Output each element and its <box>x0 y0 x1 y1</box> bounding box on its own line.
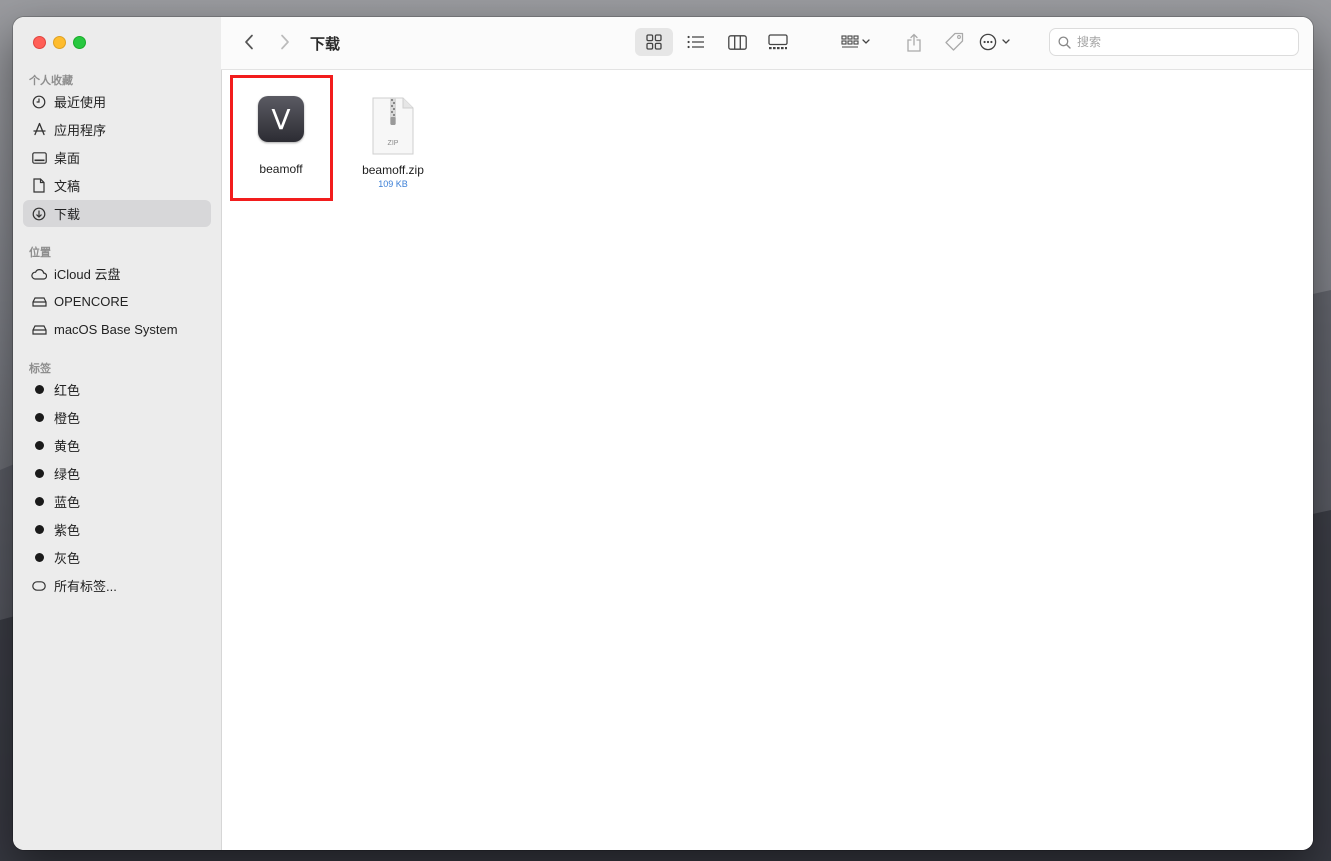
sidebar-item-label: 桌面 <box>54 151 81 166</box>
sidebar-item-label: OPENCORE <box>54 294 129 309</box>
chevron-left-icon <box>245 34 253 50</box>
file-size: 109 KB <box>378 179 408 189</box>
column-view-button[interactable] <box>718 28 756 56</box>
sidebar-item-tag-purple[interactable]: 紫色 <box>23 516 211 543</box>
sidebar-item-opencore[interactable]: OPENCORE <box>23 288 211 315</box>
sidebar-item-label: 下载 <box>54 207 81 222</box>
columns-icon <box>727 34 747 50</box>
gallery-view-button[interactable] <box>759 28 797 56</box>
clock-icon <box>31 94 47 110</box>
sidebar-item-label: 绿色 <box>54 467 81 482</box>
sidebar: 个人收藏 最近使用 应用程序 桌面 文稿 下载 位置 iCloud 云盘 OPE… <box>13 17 222 850</box>
document-icon <box>31 178 47 194</box>
sidebar-item-downloads[interactable]: 下载 <box>23 200 211 227</box>
tag-dot-icon <box>31 494 47 510</box>
app-icon: V <box>258 96 304 142</box>
tag-dot-icon <box>31 410 47 426</box>
sidebar-item-all-tags[interactable]: 所有标签... <box>23 572 211 599</box>
sidebar-item-recents[interactable]: 最近使用 <box>23 88 211 115</box>
sidebar-item-label: 橙色 <box>54 411 81 426</box>
applications-icon <box>31 122 47 138</box>
zoom-window-button[interactable] <box>73 36 86 49</box>
drive-icon <box>31 294 47 310</box>
sidebar-item-tag-yellow[interactable]: 黄色 <box>23 432 211 459</box>
share-button[interactable] <box>897 28 931 56</box>
finder-window: 个人收藏 最近使用 应用程序 桌面 文稿 下载 位置 iCloud 云盘 OPE… <box>13 17 1313 850</box>
sidebar-item-label: 最近使用 <box>54 95 107 110</box>
tag-button[interactable] <box>937 28 971 56</box>
sidebar-item-tag-red[interactable]: 红色 <box>23 376 211 403</box>
file-browser-area: V beamoff ZIP beamoff.zip 109 KB <box>222 70 1313 850</box>
close-window-button[interactable] <box>33 36 46 49</box>
sidebar-item-documents[interactable]: 文稿 <box>23 172 211 199</box>
desktop-icon <box>31 150 47 166</box>
group-grid-icon <box>841 35 870 48</box>
sidebar-section-tags: 标签 <box>29 363 51 375</box>
tag-dot-icon <box>31 466 47 482</box>
search-input[interactable] <box>1075 34 1279 50</box>
forward-button[interactable] <box>273 30 297 54</box>
group-by-button[interactable] <box>835 28 877 56</box>
all-tags-icon <box>31 578 47 594</box>
toolbar: 下载 <box>221 17 1313 70</box>
sidebar-item-label: 蓝色 <box>54 495 81 510</box>
zip-file-icon: ZIP <box>371 96 415 156</box>
tag-icon <box>945 32 964 51</box>
drive-icon <box>31 322 47 338</box>
cloud-icon <box>31 266 47 282</box>
sidebar-item-tag-orange[interactable]: 橙色 <box>23 404 211 431</box>
chevron-right-icon <box>281 34 289 50</box>
file-item-beamoff[interactable]: V beamoff <box>231 96 331 176</box>
back-button[interactable] <box>237 30 261 54</box>
tag-dot-icon <box>31 382 47 398</box>
window-title: 下载 <box>310 36 341 53</box>
list-icon <box>687 35 704 49</box>
sidebar-item-tag-blue[interactable]: 蓝色 <box>23 488 211 515</box>
sidebar-item-label: 所有标签... <box>54 579 117 594</box>
download-icon <box>31 206 47 222</box>
list-view-button[interactable] <box>677 28 715 56</box>
ellipsis-circle-icon <box>979 33 1010 51</box>
sidebar-section-locations: 位置 <box>29 247 51 259</box>
tag-dot-icon <box>31 550 47 566</box>
sidebar-item-label: 紫色 <box>54 523 81 538</box>
sidebar-item-label: iCloud 云盘 <box>54 267 121 282</box>
zip-icon-label: ZIP <box>387 140 399 147</box>
search-icon <box>1058 35 1071 49</box>
file-item-beamoff-zip[interactable]: ZIP beamoff.zip 109 KB <box>343 96 443 189</box>
icon-view-button[interactable] <box>635 28 673 56</box>
grid-icon <box>646 34 662 50</box>
app-icon-letter: V <box>271 102 291 136</box>
sidebar-item-desktop[interactable]: 桌面 <box>23 144 211 171</box>
sidebar-item-tag-gray[interactable]: 灰色 <box>23 544 211 571</box>
sidebar-section-favorites: 个人收藏 <box>29 75 73 87</box>
sidebar-item-tag-green[interactable]: 绿色 <box>23 460 211 487</box>
more-actions-button[interactable] <box>975 28 1017 56</box>
file-name: beamoff.zip <box>362 163 424 177</box>
tag-dot-icon <box>31 522 47 538</box>
sidebar-item-label: 应用程序 <box>54 123 107 138</box>
sidebar-item-macos-base-system[interactable]: macOS Base System <box>23 316 211 343</box>
sidebar-item-label: 黄色 <box>54 439 81 454</box>
minimize-window-button[interactable] <box>53 36 66 49</box>
gallery-icon <box>768 34 788 50</box>
sidebar-item-applications[interactable]: 应用程序 <box>23 116 211 143</box>
sidebar-item-label: macOS Base System <box>54 322 178 337</box>
sidebar-item-label: 灰色 <box>54 551 81 566</box>
search-field[interactable] <box>1049 28 1299 56</box>
share-icon <box>907 33 921 52</box>
sidebar-item-label: 文稿 <box>54 179 81 194</box>
file-name: beamoff <box>259 162 303 176</box>
tag-dot-icon <box>31 438 47 454</box>
sidebar-item-icloud[interactable]: iCloud 云盘 <box>23 260 211 287</box>
sidebar-item-label: 红色 <box>54 383 81 398</box>
